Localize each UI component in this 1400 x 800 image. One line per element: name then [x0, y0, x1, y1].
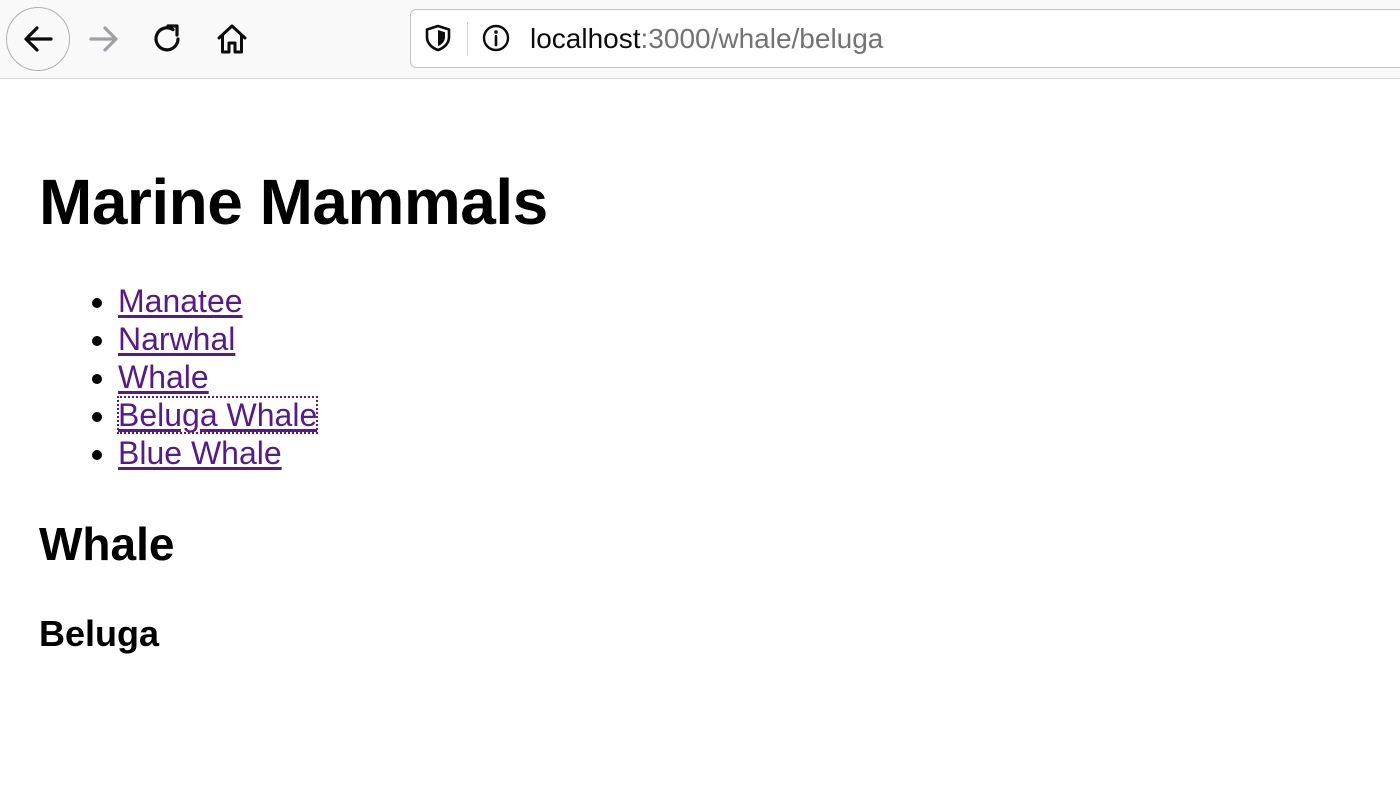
arrow-left-icon: [24, 26, 53, 52]
url-text[interactable]: localhost:3000/whale/beluga: [530, 23, 883, 55]
narwhal-link[interactable]: Narwhal: [118, 321, 235, 357]
back-button[interactable]: [6, 7, 70, 71]
page-title: Marine Mammals: [39, 166, 548, 238]
whale-link[interactable]: Whale: [118, 359, 209, 395]
arrow-right-icon: [89, 26, 118, 52]
forward-button[interactable]: [72, 7, 136, 71]
section-title: Whale: [39, 518, 175, 570]
animal-link-list: Manatee Narwhal Whale Beluga Whale Blue …: [39, 282, 319, 472]
info-icon: [482, 24, 510, 52]
url-path: :3000/whale/beluga: [640, 23, 884, 54]
browser-toolbar: localhost:3000/whale/beluga: [0, 0, 1400, 79]
home-button[interactable]: [200, 7, 264, 71]
home-icon: [217, 24, 247, 54]
tracking-protection-button[interactable]: [423, 23, 453, 53]
reload-button[interactable]: [136, 7, 200, 71]
sub-title: Beluga: [39, 613, 160, 654]
manatee-link[interactable]: Manatee: [118, 283, 243, 319]
list-item: Blue Whale: [118, 434, 317, 472]
blue-whale-link[interactable]: Blue Whale: [118, 435, 282, 471]
beluga-whale-link[interactable]: Beluga Whale: [116, 396, 319, 434]
list-item: Beluga Whale: [116, 396, 319, 434]
list-item: Whale: [118, 358, 317, 396]
url-host: localhost: [530, 23, 641, 54]
list-item: Narwhal: [118, 320, 317, 358]
reload-icon: [154, 24, 180, 52]
list-item: Manatee: [118, 282, 317, 320]
url-divider: [467, 22, 468, 56]
shield-icon: [425, 24, 451, 52]
site-info-button[interactable]: [481, 23, 511, 53]
address-bar[interactable]: localhost:3000/whale/beluga: [410, 9, 1400, 68]
